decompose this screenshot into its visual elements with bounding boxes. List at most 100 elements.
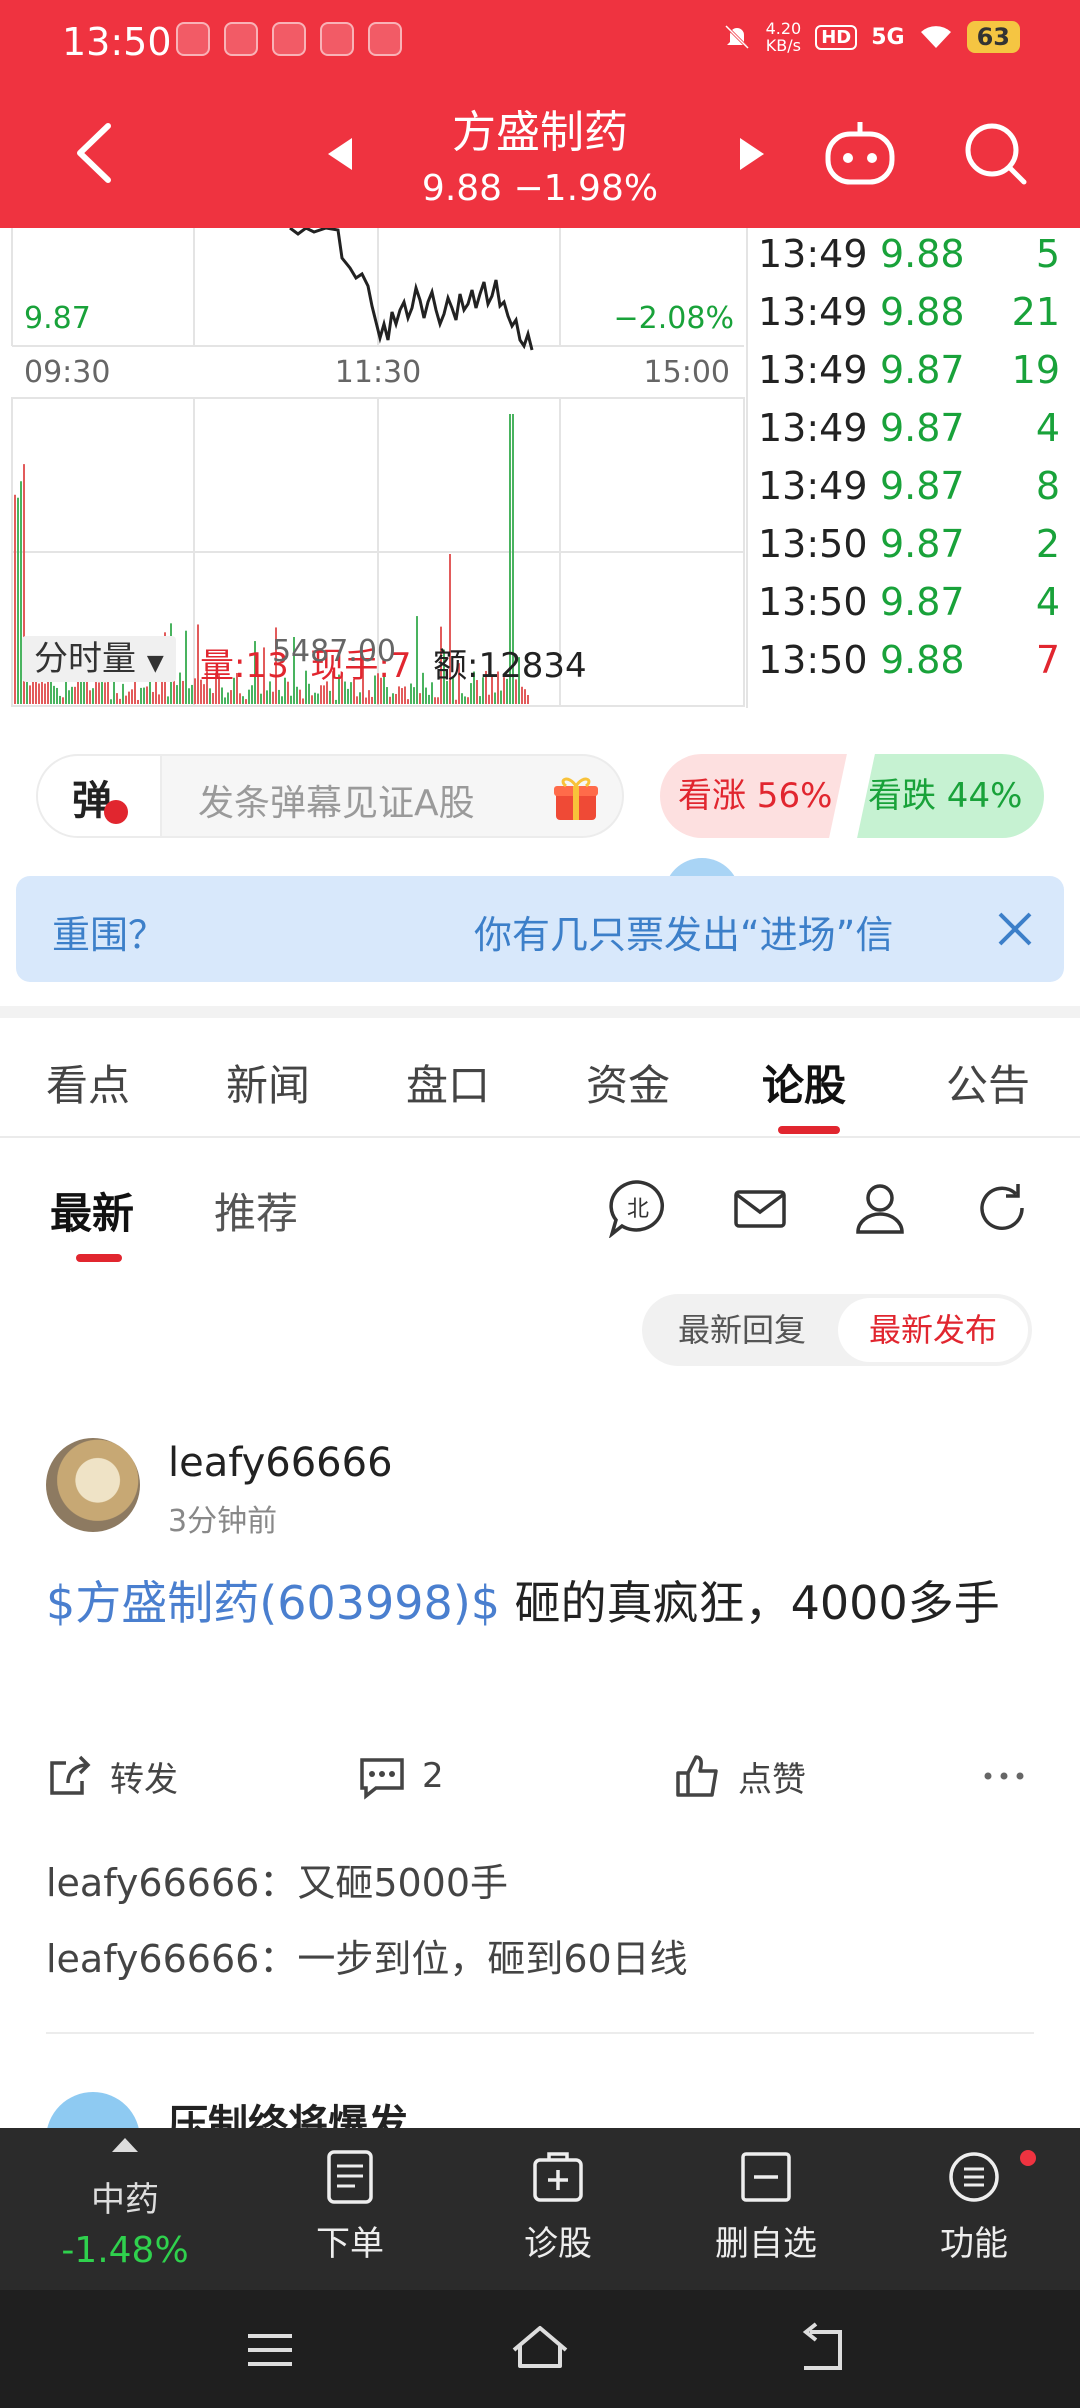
avatar[interactable] xyxy=(46,1438,140,1532)
back-button[interactable] xyxy=(70,118,120,188)
volume-bar xyxy=(128,691,130,704)
danmu-input[interactable]: 弹 发条弹幕见证A股 xyxy=(36,754,624,838)
volume-bar xyxy=(317,693,319,704)
gift-icon[interactable] xyxy=(550,772,602,824)
tab-capital[interactable]: 资金 xyxy=(586,1052,670,1113)
menu-icon[interactable] xyxy=(240,2320,300,2380)
trade-price: 9.87 xyxy=(880,464,965,508)
back-nav-icon[interactable] xyxy=(790,2320,850,2380)
hd-indicator: HD xyxy=(815,24,858,50)
reply-user[interactable]: leafy66666： xyxy=(46,1937,297,1981)
remove-watchlist-button[interactable]: 删自选 xyxy=(686,2128,846,2290)
volume-bar xyxy=(311,695,313,704)
medical-kit-icon xyxy=(533,2152,583,2202)
trade-time: 13:49 xyxy=(758,290,868,334)
post-body[interactable]: $方盛制药(603998)$ 砸的真疯狂，4000多手 xyxy=(46,1566,1036,1640)
volume-bar xyxy=(59,695,61,704)
volume-bar xyxy=(323,685,325,704)
volume-bar xyxy=(116,693,118,704)
notice-banner[interactable]: 重围？ 你有几只票发出“进场”信 xyxy=(16,876,1064,982)
more-button[interactable] xyxy=(980,1752,1028,1800)
volume-bar xyxy=(320,685,322,704)
post-separator xyxy=(46,2032,1034,2034)
volume-bar xyxy=(488,694,490,704)
intraday-chart[interactable]: 9.87 −2.08% 09:30 11:30 15:00 分时量 ▼ 量:13… xyxy=(0,226,746,934)
volume-bar xyxy=(197,624,199,704)
repost-button[interactable]: 转发 xyxy=(46,1752,178,1801)
volume-bar xyxy=(86,680,88,704)
volume-selector[interactable]: 分时量 ▼ xyxy=(22,636,176,682)
reply-user[interactable]: leafy66666： xyxy=(46,1861,297,1905)
volume-bar xyxy=(14,494,16,704)
close-icon[interactable] xyxy=(996,910,1034,948)
subtab-recommended[interactable]: 推荐 xyxy=(214,1180,298,1241)
minus-square-icon xyxy=(741,2152,791,2202)
price-line xyxy=(289,226,534,351)
danmu-badge[interactable]: 弹 xyxy=(38,756,162,836)
tab-kandian[interactable]: 看点 xyxy=(46,1052,130,1113)
prev-stock-button[interactable] xyxy=(318,132,362,176)
sort-latest-reply[interactable]: 最新回复 xyxy=(642,1294,842,1366)
app-notification-icon xyxy=(368,22,402,56)
trade-time: 13:50 xyxy=(758,522,868,566)
volume-bar xyxy=(119,698,121,704)
tab-orderbook[interactable]: 盘口 xyxy=(406,1052,490,1113)
like-button[interactable]: 点赞 xyxy=(674,1752,806,1801)
post-time: 3分钟前 xyxy=(168,1504,278,1539)
comment-button[interactable]: 2 xyxy=(358,1752,444,1800)
active-tab-indicator xyxy=(778,1126,840,1134)
trade-row: 13:50 9.87 4 xyxy=(748,580,1080,638)
volume-bar xyxy=(359,692,361,704)
subtab-latest[interactable]: 最新 xyxy=(50,1180,134,1241)
robot-assistant-icon[interactable] xyxy=(822,116,898,192)
volume-bar xyxy=(329,690,331,704)
volume-bar xyxy=(140,687,142,704)
tab-announcements[interactable]: 公告 xyxy=(946,1052,1030,1113)
volume-bar xyxy=(137,699,139,704)
order-form-icon xyxy=(327,2150,373,2204)
vote-up-button[interactable]: 看涨 56% xyxy=(660,754,852,838)
sector-change: -1.48% xyxy=(61,2230,189,2271)
sentiment-vote[interactable]: 看涨 56% 看跌 44% xyxy=(660,754,1044,838)
trade-ticks-panel: 13:49 9.88 5 13:49 9.88 21 13:49 9.87 19 13:49 9.8… xyxy=(746,228,1080,708)
functions-button[interactable]: 功能 xyxy=(894,2128,1054,2290)
tab-discussion[interactable]: 论股 xyxy=(762,1052,846,1113)
trade-time: 13:49 xyxy=(758,406,868,450)
trade-price: 9.87 xyxy=(880,580,965,624)
tab-news[interactable]: 新闻 xyxy=(226,1052,310,1113)
reply-item[interactable]: leafy66666：又砸5000手 xyxy=(46,1852,508,1907)
post-username[interactable]: leafy66666 xyxy=(168,1440,393,1486)
app-notification-icon xyxy=(272,22,306,56)
mail-icon[interactable] xyxy=(730,1178,790,1238)
system-nav-bar xyxy=(0,2290,1080,2408)
net-speed: 4.20 KB/s xyxy=(765,19,802,55)
sector-indicator[interactable]: 中药 -1.48% xyxy=(0,2128,250,2290)
bottom-toolbar: 中药 -1.48% 下单 诊股 删自选 功能 xyxy=(0,2128,1080,2290)
stock-link[interactable]: $方盛制药(603998)$ xyxy=(46,1576,500,1630)
sort-latest-post[interactable]: 最新发布 xyxy=(838,1298,1028,1362)
expand-up-icon xyxy=(112,2138,138,2152)
home-icon[interactable] xyxy=(510,2320,570,2380)
search-icon[interactable] xyxy=(962,120,1028,186)
volume-bar xyxy=(425,687,427,704)
sub-tabs: 最新 推荐 北 xyxy=(0,1138,1080,1268)
trade-time: 13:50 xyxy=(758,638,868,682)
next-stock-button[interactable] xyxy=(730,132,774,176)
order-button[interactable]: 下单 xyxy=(270,2128,430,2290)
notification-dot xyxy=(1020,2150,1036,2166)
volume-bar xyxy=(68,690,70,704)
volume-bar xyxy=(248,689,250,704)
volume-bar xyxy=(347,688,349,704)
volume-bar xyxy=(98,682,100,704)
vote-down-button[interactable]: 看跌 44% xyxy=(852,754,1044,838)
volume-bar xyxy=(26,679,28,704)
reply-item[interactable]: leafy66666：一步到位，砸到60日线 xyxy=(46,1928,688,1983)
volume-bar xyxy=(122,683,124,704)
refresh-icon[interactable] xyxy=(972,1178,1032,1238)
post-bubble-icon[interactable]: 北 xyxy=(608,1178,668,1238)
user-icon[interactable] xyxy=(850,1178,910,1238)
reply-text: 一步到位，砸到60日线 xyxy=(297,1937,688,1981)
trade-price: 9.88 xyxy=(880,290,965,334)
diagnose-button[interactable]: 诊股 xyxy=(478,2128,638,2290)
trade-row: 13:49 9.87 8 xyxy=(748,464,1080,522)
